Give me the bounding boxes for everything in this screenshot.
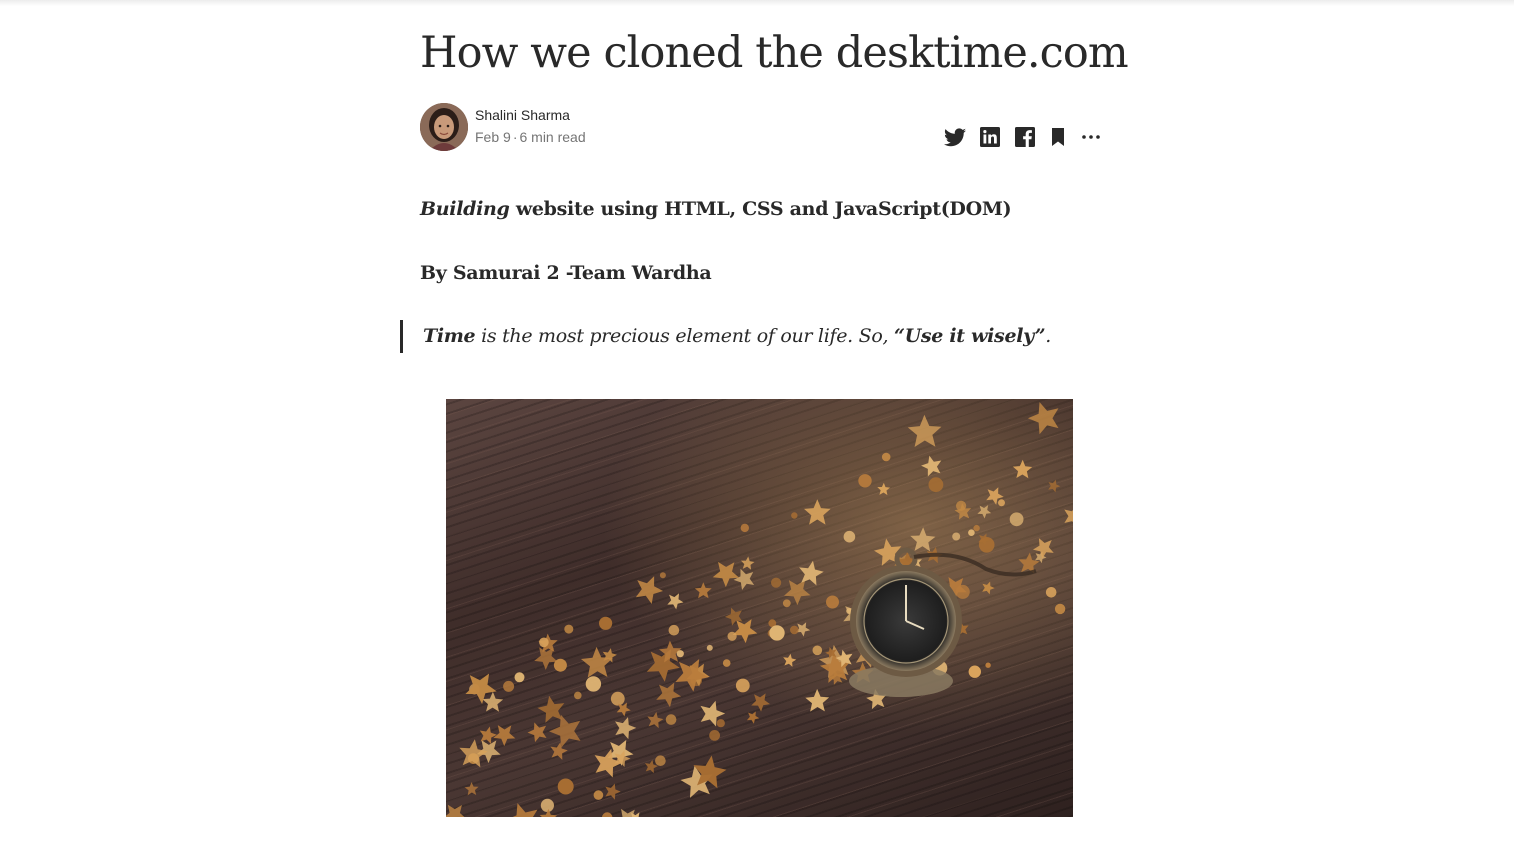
article-subtitle: Building website using HTML, CSS and Jav… (420, 195, 1012, 223)
top-shadow (0, 0, 1514, 6)
gold-star (881, 452, 891, 462)
twitter-icon[interactable] (943, 125, 967, 149)
read-time: 6 min read (519, 129, 586, 145)
quote-lead: Time (423, 325, 476, 347)
gold-star (791, 512, 798, 519)
gold-star (655, 755, 666, 766)
gold-star (968, 529, 975, 536)
gold-star (985, 662, 991, 668)
gold-star (1054, 603, 1066, 615)
gold-star (826, 595, 839, 609)
article-byline: By Samurai 2 -Team Wardha (420, 259, 712, 287)
quote-middle: is the most precious element of our life… (475, 325, 894, 347)
gold-star (790, 625, 799, 635)
article-title: How we cloned the desktime.com (420, 28, 1129, 78)
publish-date: Feb 9 (475, 129, 511, 145)
gold-star (812, 645, 823, 656)
gold-star (740, 523, 749, 533)
gold-star (735, 678, 750, 693)
quote-emphasis: “Use it wisely” (893, 325, 1046, 347)
gold-star (716, 719, 725, 728)
gold-star (668, 624, 680, 636)
author-name[interactable]: Shalini Sharma (475, 107, 570, 123)
article-image[interactable] (446, 399, 1073, 817)
gold-star (1009, 512, 1024, 527)
gold-star (706, 644, 713, 651)
gold-star (858, 474, 872, 488)
meta-separator: · (512, 129, 518, 145)
gold-star (514, 672, 525, 683)
article-meta: Feb 9 · 6 min read (475, 129, 586, 145)
subtitle-emphasis: Building (420, 198, 510, 220)
gold-star (727, 631, 737, 641)
gold-star (665, 714, 677, 725)
gold-star (503, 680, 515, 692)
gold-star (553, 658, 567, 672)
subtitle-rest: website using HTML, CSS and JavaScript(D… (509, 198, 1012, 220)
gold-star (782, 599, 791, 608)
gold-star (709, 730, 720, 741)
gold-star (968, 665, 981, 678)
gold-star (585, 676, 602, 692)
gold-star (659, 572, 666, 579)
gold-star (769, 625, 785, 641)
gold-star (771, 577, 782, 588)
gold-star (610, 691, 625, 706)
linkedin-icon[interactable] (978, 125, 1002, 149)
byline-text: By Samurai 2 -Team Wardha (420, 262, 712, 284)
image-illustration (446, 399, 1073, 817)
gold-star (676, 650, 684, 658)
gold-star (539, 637, 549, 648)
gold-star (1045, 587, 1057, 598)
more-icon[interactable] (1079, 125, 1103, 149)
author-row: Shalini Sharma Feb 9 · 6 min read (420, 103, 1100, 151)
gold-star (540, 798, 554, 812)
gold-star (998, 499, 1005, 507)
gold-star (564, 624, 574, 634)
facebook-icon[interactable] (1013, 125, 1037, 149)
gold-star (593, 790, 604, 800)
avatar[interactable] (420, 103, 468, 151)
gold-star (557, 778, 574, 795)
gold-star (978, 537, 995, 553)
gold-star (952, 532, 961, 541)
gold-star (574, 691, 582, 700)
blockquote: Time is the most precious element of our… (423, 322, 1051, 350)
gold-star (928, 477, 944, 493)
quote-end: . (1045, 325, 1051, 347)
gold-star (599, 616, 613, 630)
blockquote-bar (400, 320, 403, 353)
gold-star (843, 530, 856, 543)
gold-star (722, 659, 731, 667)
bookmark-icon[interactable] (1046, 125, 1070, 149)
gold-star (973, 524, 980, 532)
